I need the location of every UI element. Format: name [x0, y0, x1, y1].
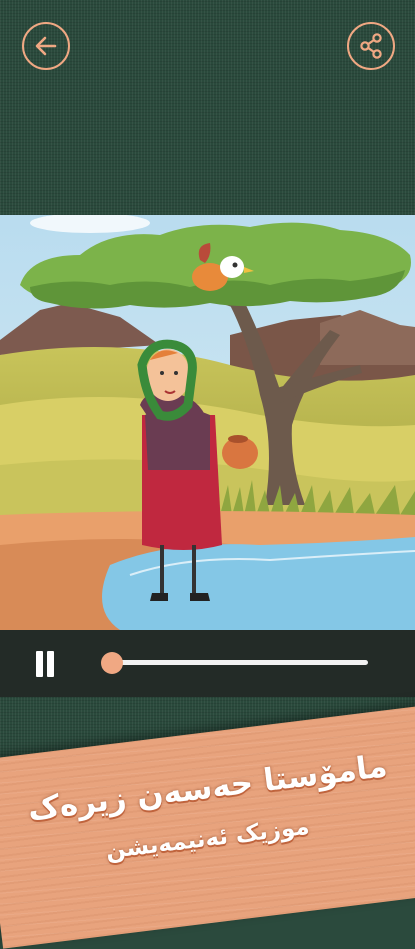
video-frame[interactable]: [0, 215, 415, 630]
arrow-left-icon: [35, 36, 57, 56]
pause-bar-left: [36, 651, 43, 677]
back-button[interactable]: [22, 22, 70, 70]
share-button[interactable]: [347, 22, 395, 70]
progress-slider[interactable]: [110, 660, 368, 665]
pause-bar-right: [47, 651, 54, 677]
share-icon: [360, 33, 382, 59]
pause-icon[interactable]: [34, 651, 56, 677]
cartoon-scene-image: [0, 215, 415, 630]
progress-thumb[interactable]: [101, 652, 123, 674]
